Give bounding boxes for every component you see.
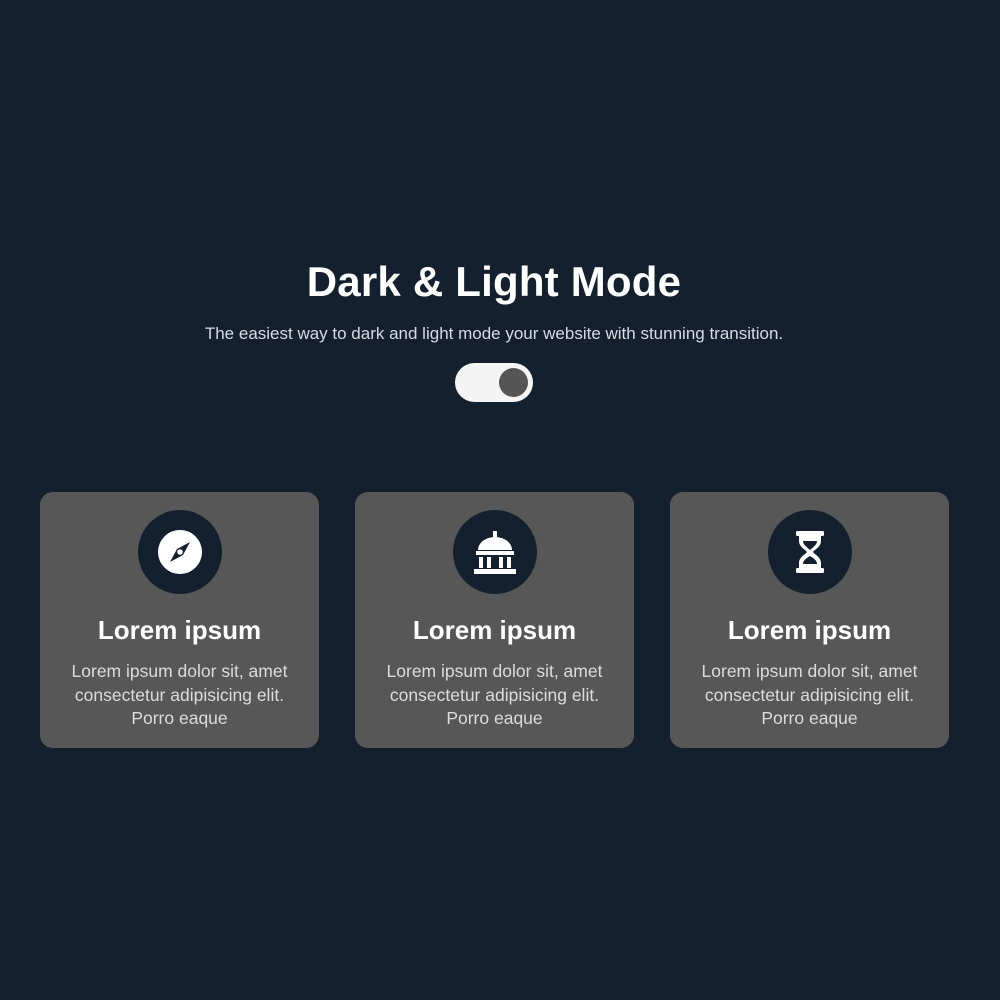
- landmark-icon: [452, 510, 537, 594]
- feature-card: Lorem ipsum Lorem ipsum dolor sit, amet …: [355, 492, 634, 748]
- card-text: Lorem ipsum dolor sit, amet consectetur …: [701, 661, 918, 728]
- compass-icon: [137, 510, 222, 594]
- hourglass-icon: [767, 510, 852, 594]
- hero-section: Dark & Light Mode The easiest way to dar…: [0, 255, 988, 345]
- feature-card: Lorem ipsum Lorem ipsum dolor sit, amet …: [40, 492, 319, 748]
- theme-toggle[interactable]: [455, 363, 533, 402]
- page-subtitle: The easiest way to dark and light mode y…: [204, 324, 784, 343]
- card-title: Lorem ipsum: [97, 615, 262, 645]
- feature-card: Lorem ipsum Lorem ipsum dolor sit, amet …: [670, 492, 949, 748]
- card-title: Lorem ipsum: [412, 615, 577, 645]
- card-text: Lorem ipsum dolor sit, amet consectetur …: [386, 661, 603, 728]
- feature-cards: Lorem ipsum Lorem ipsum dolor sit, amet …: [40, 492, 949, 748]
- toggle-knob: [499, 368, 528, 397]
- card-title: Lorem ipsum: [727, 615, 892, 645]
- page-title: Dark & Light Mode: [306, 258, 682, 305]
- card-text: Lorem ipsum dolor sit, amet consectetur …: [71, 661, 288, 728]
